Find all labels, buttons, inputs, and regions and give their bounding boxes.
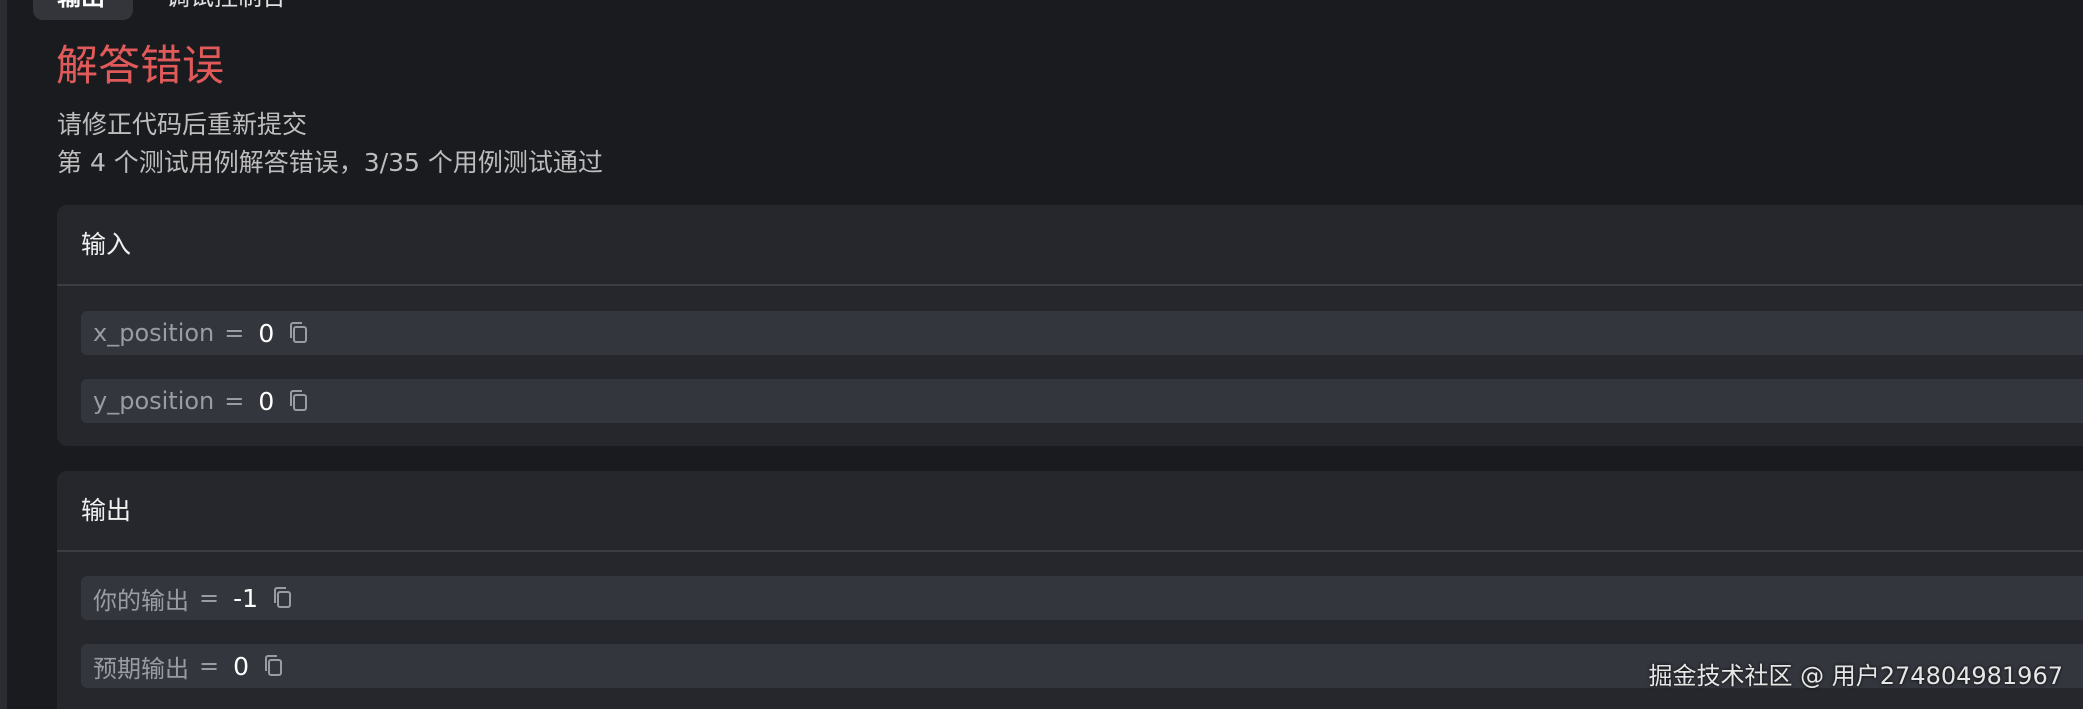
console-root: 输出 调试控制台 解答错误 请修正代码后重新提交 第 4 个测试用例解答错误，3… xyxy=(0,0,2083,709)
copy-icon[interactable] xyxy=(288,321,310,345)
input-row-x-position: x_position = 0 xyxy=(81,311,2083,355)
copy-icon[interactable] xyxy=(263,654,285,678)
result-value: -1 xyxy=(233,583,259,613)
equals-sign: = xyxy=(224,319,245,347)
tab-debug-console-label: 调试控制台 xyxy=(166,0,286,11)
result-detail: 第 4 个测试用例解答错误，3/35 个用例测试通过 xyxy=(57,148,603,177)
tab-output-label: 输出 xyxy=(57,0,105,11)
output-row-your-output: 你的输出 = -1 xyxy=(81,576,2083,620)
input-panel-header: 输入 xyxy=(57,205,2083,286)
result-name: 预期输出 xyxy=(93,654,189,683)
param-name: y_position xyxy=(93,387,215,415)
equals-sign: = xyxy=(199,584,220,612)
result-message: 请修正代码后重新提交 xyxy=(57,110,308,139)
input-panel: 输入 x_position = 0 y_position = 0 xyxy=(57,205,2083,446)
copy-icon[interactable] xyxy=(288,389,310,413)
result-title: 解答错误 xyxy=(56,41,225,90)
result-value: 0 xyxy=(233,651,250,681)
watermark: 掘金技术社区 @ 用户274804981967 xyxy=(1648,662,2064,690)
param-value: 0 xyxy=(258,386,275,416)
result-name: 你的输出 xyxy=(93,586,189,615)
equals-sign: = xyxy=(224,387,245,415)
left-rail xyxy=(0,0,7,709)
output-panel-header: 输出 xyxy=(57,471,2083,552)
equals-sign: = xyxy=(199,652,220,680)
input-row-y-position: y_position = 0 xyxy=(81,379,2083,423)
param-value: 0 xyxy=(258,318,275,348)
param-name: x_position xyxy=(93,319,215,347)
copy-icon[interactable] xyxy=(272,586,294,610)
tab-debug-console[interactable]: 调试控制台 xyxy=(142,0,310,20)
tab-output[interactable]: 输出 xyxy=(33,0,133,20)
